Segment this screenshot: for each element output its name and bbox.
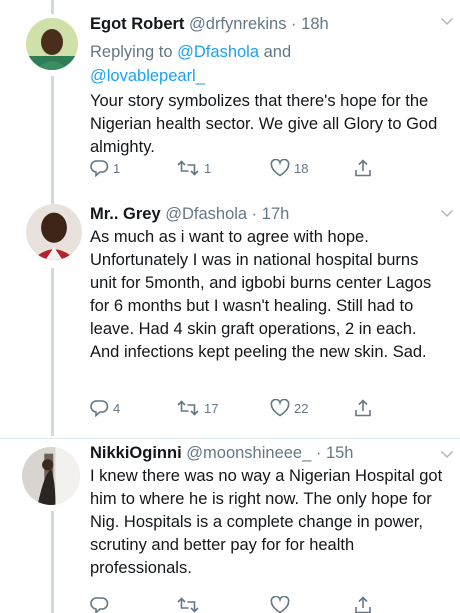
like-button[interactable]: 18 xyxy=(270,159,308,177)
display-name[interactable]: Mr.. Grey xyxy=(90,205,161,223)
retweet-button[interactable]: 17 xyxy=(176,399,218,417)
tweet-header: NikkiOginni @moonshineee_ · 15h xyxy=(90,443,448,463)
user-handle[interactable]: @drfynrekins xyxy=(189,15,286,33)
thread-line xyxy=(51,268,54,436)
tweet-1[interactable]: Egot Robert @drfynrekins · 18h Replying … xyxy=(0,0,460,196)
like-button[interactable] xyxy=(270,596,290,613)
like-count: 18 xyxy=(294,160,309,176)
retweet-icon xyxy=(177,160,199,176)
mention-link[interactable]: @lovablepearl_ xyxy=(90,67,205,85)
heart-icon xyxy=(270,159,290,177)
tweet-header: Egot Robert @drfynrekins · 18h xyxy=(90,14,448,34)
timestamp[interactable]: 18h xyxy=(301,15,329,33)
reply-icon xyxy=(90,400,109,417)
share-button[interactable] xyxy=(354,158,372,178)
user-handle[interactable]: @Dfashola xyxy=(165,205,247,223)
thread-line xyxy=(51,76,54,196)
tweet-text: As much as i want to agree with hope. Un… xyxy=(90,228,432,361)
display-name[interactable]: Egot Robert xyxy=(90,15,184,33)
chevron-down-icon[interactable] xyxy=(440,449,454,459)
user-handle[interactable]: @moonshineee_ xyxy=(186,444,311,462)
replying-prefix: Replying to xyxy=(90,43,178,61)
retweet-count: 17 xyxy=(204,400,219,416)
avatar[interactable] xyxy=(22,447,80,505)
retweet-button[interactable] xyxy=(176,596,200,613)
reply-button[interactable]: 4 xyxy=(90,399,120,417)
tweet-text: Your story symbolizes that there's hope … xyxy=(90,92,438,156)
retweet-count: 1 xyxy=(204,160,212,176)
replying-and: and xyxy=(259,43,292,61)
reply-icon xyxy=(90,160,109,177)
heart-icon xyxy=(270,596,290,613)
separator-dot: · xyxy=(311,444,326,462)
reply-count: 1 xyxy=(113,160,121,176)
share-button[interactable] xyxy=(354,595,372,613)
like-button[interactable]: 22 xyxy=(270,399,308,417)
retweet-button[interactable]: 1 xyxy=(176,159,211,177)
chevron-down-icon[interactable] xyxy=(440,208,454,218)
timestamp[interactable]: 15h xyxy=(326,444,354,462)
replying-to: Replying to @Dfashola and @lovablepearl_ xyxy=(90,40,448,88)
share-button[interactable] xyxy=(354,398,372,418)
thread-line xyxy=(51,511,54,613)
reply-button[interactable] xyxy=(90,596,109,613)
separator-dot: · xyxy=(247,205,262,223)
reply-count: 4 xyxy=(113,400,121,416)
tweet-header: Mr.. Grey @Dfashola · 17h xyxy=(90,204,448,224)
chevron-down-icon[interactable] xyxy=(440,16,454,26)
like-count: 22 xyxy=(294,400,309,416)
reply-button[interactable]: 1 xyxy=(90,159,120,177)
avatar[interactable] xyxy=(26,18,78,70)
tweet-text: I knew there was no way a Nigerian Hospi… xyxy=(90,467,443,577)
thread-line-top xyxy=(51,196,54,204)
retweet-icon xyxy=(177,400,199,416)
thread-line-top xyxy=(51,0,54,14)
retweet-icon xyxy=(177,597,199,613)
reply-icon xyxy=(90,597,109,613)
heart-icon xyxy=(270,399,290,417)
timestamp[interactable]: 17h xyxy=(262,205,290,223)
separator-dot: · xyxy=(286,15,302,33)
share-icon xyxy=(355,158,371,176)
mention-link[interactable]: @Dfashola xyxy=(177,43,259,61)
share-icon xyxy=(355,595,371,613)
tweet-2[interactable]: Mr.. Grey @Dfashola · 17h As much as i w… xyxy=(0,196,460,436)
display-name[interactable]: NikkiOginni xyxy=(90,444,182,462)
share-icon xyxy=(355,398,371,416)
avatar[interactable] xyxy=(26,204,82,260)
tweet-3[interactable]: NikkiOginni @moonshineee_ · 15h I knew t… xyxy=(0,439,460,613)
